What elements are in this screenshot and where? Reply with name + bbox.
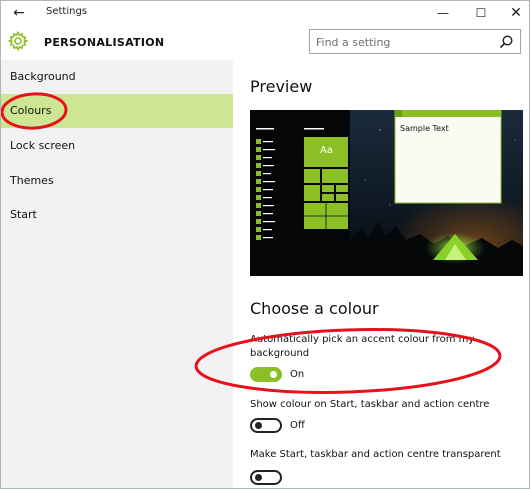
choose-colour-heading: Choose a colour <box>250 299 379 318</box>
search-box[interactable] <box>309 29 521 54</box>
main-content: Preview Aa Sample Text Choose a colour A… <box>233 60 529 488</box>
sidebar-item-label: Themes <box>10 174 54 187</box>
minimize-button[interactable]: — <box>433 3 453 23</box>
show-colour-state: Off <box>290 420 305 431</box>
preview-tile-label: Aa <box>320 145 333 156</box>
sidebar-item-lock-screen[interactable]: Lock screen <box>1 129 233 163</box>
auto-accent-label: Automatically pick an accent colour from… <box>250 334 475 359</box>
show-colour-label: Show colour on Start, taskbar and action… <box>250 399 490 410</box>
transparency-toggle[interactable] <box>250 470 282 485</box>
sidebar: Background Colours Lock screen Themes St… <box>1 60 233 488</box>
show-colour-toggle[interactable] <box>250 418 282 433</box>
transparency-label: Make Start, taskbar and action centre tr… <box>250 449 501 460</box>
search-input[interactable] <box>316 34 491 50</box>
gear-icon <box>8 31 28 51</box>
toggle-knob <box>270 371 277 378</box>
auto-accent-toggle[interactable] <box>250 367 282 382</box>
sidebar-item-colours[interactable]: Colours <box>1 94 233 128</box>
page-header: PERSONALISATION <box>1 25 529 60</box>
sidebar-item-label: Lock screen <box>10 139 76 152</box>
preview-heading: Preview <box>250 77 313 96</box>
window-title: Settings <box>46 6 88 17</box>
sidebar-item-label: Start <box>10 208 37 221</box>
search-icon[interactable] <box>498 34 514 50</box>
toggle-knob <box>255 422 262 429</box>
title-bar: ← Settings — ☐ ✕ <box>1 1 529 25</box>
sidebar-item-label: Colours <box>10 104 52 117</box>
toggle-knob <box>255 474 262 481</box>
page-title: PERSONALISATION <box>44 36 165 49</box>
sidebar-item-start[interactable]: Start <box>1 198 233 232</box>
preview-sample-text: Sample Text <box>400 124 449 133</box>
sidebar-item-themes[interactable]: Themes <box>1 164 233 198</box>
close-button[interactable]: ✕ <box>506 3 526 23</box>
sidebar-item-background[interactable]: Background <box>1 60 233 94</box>
settings-window: ← Settings — ☐ ✕ PERSONALISATION Backgro… <box>0 0 530 489</box>
maximize-button[interactable]: ☐ <box>471 3 491 23</box>
sidebar-item-label: Background <box>10 70 76 83</box>
preview-illustration <box>250 110 523 276</box>
preview-image: Aa Sample Text <box>250 110 523 276</box>
back-arrow-icon[interactable]: ← <box>10 4 28 22</box>
auto-accent-state: On <box>290 369 305 380</box>
